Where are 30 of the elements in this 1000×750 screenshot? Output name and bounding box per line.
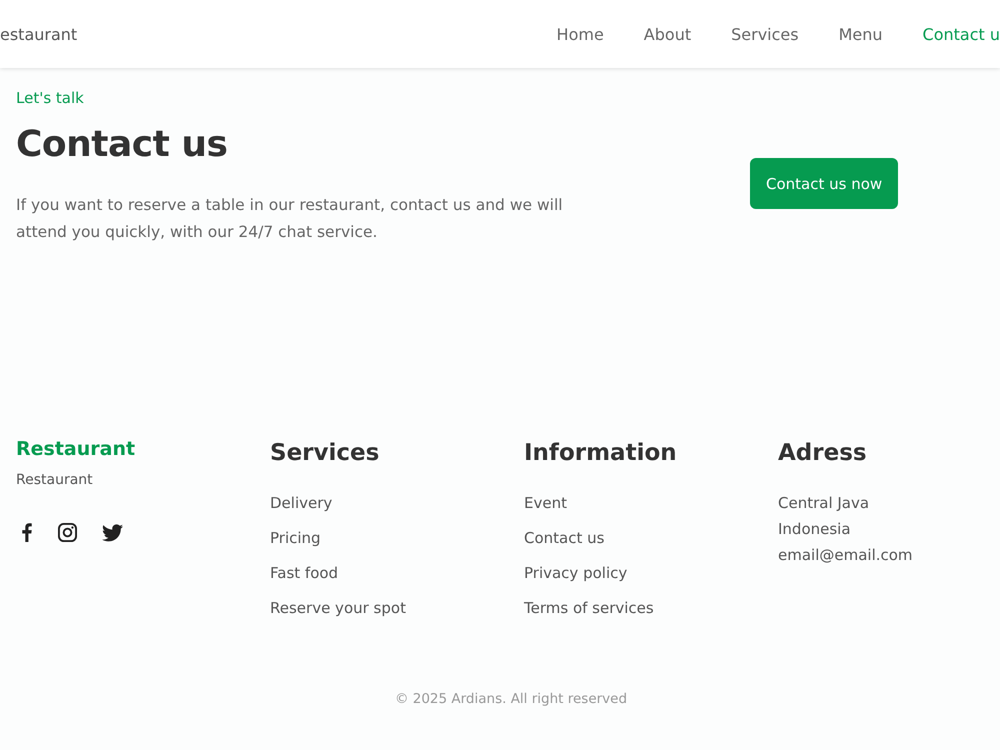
footer-column-heading: Adress (778, 439, 868, 468)
nav-link[interactable]: Home (556, 24, 604, 44)
copyright-text: © 2025 Ardians. All right reserved (394, 691, 628, 707)
facebook-icon[interactable] (22, 523, 32, 542)
footer-column-heading: Services (270, 439, 380, 468)
page-heading: Contact us (16, 123, 228, 167)
address-line: Indonesia (778, 520, 851, 538)
intro-paragraph: If you want to reserve a table in our restaurant, contact us and we will attend you quickly, with our 24/7 chat service. (16, 195, 564, 243)
nav-link[interactable]: Contact u (922, 24, 1000, 44)
footer-column-heading: Information (524, 439, 678, 468)
footer-link[interactable]: Pricing (270, 528, 321, 546)
footer-link[interactable]: Reserve your spot (270, 598, 406, 616)
address-line: email@email.com (778, 546, 913, 564)
footer-link[interactable]: Terms of services (524, 598, 654, 616)
footer-tagline: Restaurant (16, 471, 94, 490)
nav-link[interactable]: Services (731, 24, 799, 44)
footer-link[interactable]: Contact us (524, 528, 604, 546)
nav-link[interactable]: About (644, 24, 692, 44)
footer-link[interactable]: Privacy policy (524, 564, 628, 582)
nav-link[interactable]: Menu (838, 24, 883, 44)
site-logo[interactable]: estaurant (0, 24, 78, 44)
contact-button[interactable]: Contact us now (750, 158, 898, 209)
footer-link[interactable]: Fast food (270, 564, 338, 582)
instagram-icon[interactable] (58, 523, 77, 542)
address-line: Central Java (778, 494, 870, 512)
footer-link[interactable]: Delivery (270, 494, 332, 512)
footer-link[interactable]: Event (524, 494, 567, 512)
section-eyebrow: Let's talk (16, 88, 85, 108)
footer-brand[interactable]: Restaurant (16, 436, 136, 462)
twitter-icon[interactable] (102, 524, 123, 542)
